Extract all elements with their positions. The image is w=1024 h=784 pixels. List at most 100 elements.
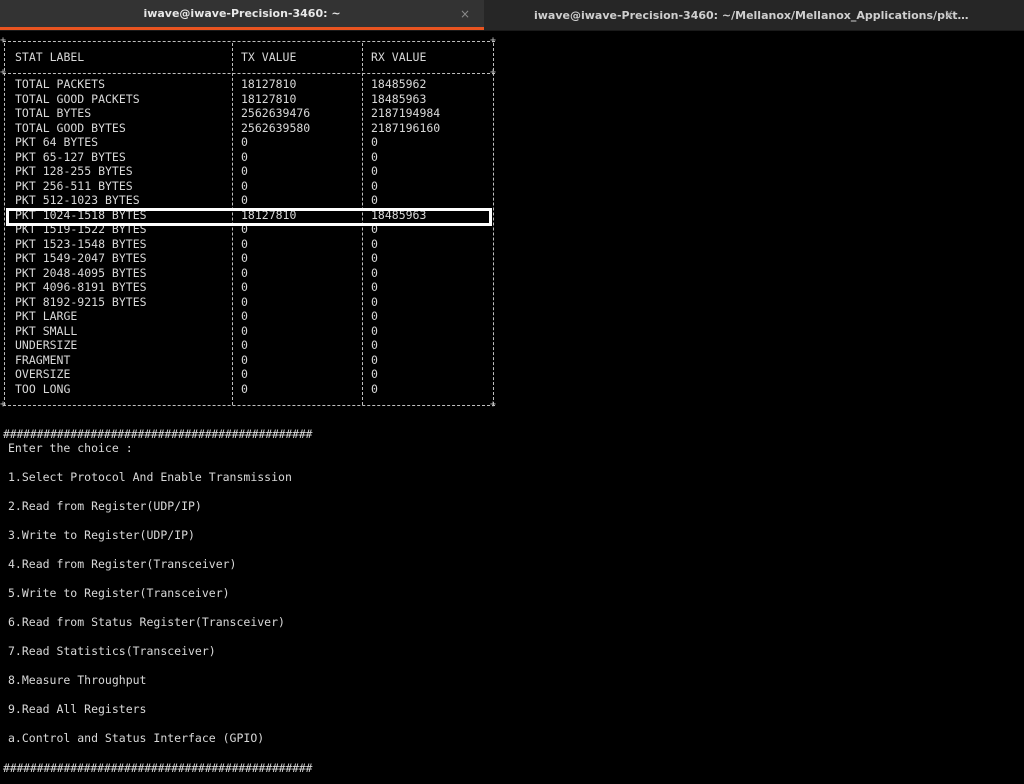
tx-value-cell: 0 xyxy=(241,251,248,265)
tx-value-cell: 0 xyxy=(241,309,248,323)
statistics-table: + + + + + + STAT LABEL TX VALUE RX VALUE… xyxy=(0,35,496,411)
tx-value-cell: 2562639476 xyxy=(241,106,311,120)
table-row: PKT 65-127 BYTES 0 0 xyxy=(3,150,495,165)
rx-value-cell: 0 xyxy=(371,265,378,280)
rx-value-cell: 18485962 xyxy=(371,77,427,91)
stat-label-cell: FRAGMENT xyxy=(15,352,71,367)
close-tab-icon[interactable]: × xyxy=(944,7,954,21)
rx-value-cell: 0 xyxy=(371,135,378,149)
close-tab-icon[interactable]: × xyxy=(460,7,470,21)
table-row: PKT 2048-4095 BYTES 0 0 xyxy=(3,266,495,281)
rx-value-cell: 0 xyxy=(371,178,378,193)
rx-value-cell: 0 xyxy=(371,367,378,381)
table-row: OVERSIZE 0 0 xyxy=(3,367,495,382)
tab-home-terminal[interactable]: iwave@iwave-Precision-3460: ~ × xyxy=(0,0,484,30)
table-row: PKT 1523-1548 BYTES 0 0 xyxy=(3,237,495,252)
menu-item: 3.Write to Register(UDP/IP) xyxy=(8,528,195,542)
rx-value-cell: 0 xyxy=(371,309,378,323)
tx-value-cell: 0 xyxy=(241,135,248,149)
table-row: PKT 4096-8191 BYTES 0 0 xyxy=(3,280,495,295)
tx-value-cell: 18127810 xyxy=(241,77,297,91)
tx-value-cell: 0 xyxy=(241,164,248,178)
separator-line: ########################################… xyxy=(3,761,313,775)
stat-label-cell: PKT 512-1023 BYTES xyxy=(15,193,140,207)
stat-label-cell: TOTAL PACKETS xyxy=(15,77,106,91)
table-row: PKT 512-1023 BYTES 0 0 xyxy=(3,193,495,208)
stat-label-cell: TOTAL GOOD PACKETS xyxy=(15,91,140,106)
table-header-border xyxy=(3,73,495,74)
stat-label-cell: PKT 1523-1548 BYTES xyxy=(15,236,147,251)
tx-value-cell: 0 xyxy=(241,265,248,280)
rx-value-cell: 0 xyxy=(371,193,378,207)
tx-value-cell: 0 xyxy=(241,381,248,396)
tx-value-cell: 0 xyxy=(241,367,248,381)
tx-value-cell: 0 xyxy=(241,338,248,352)
table-bottom-border xyxy=(3,405,495,406)
stat-label-cell: TOTAL GOOD BYTES xyxy=(15,120,126,135)
stat-label-cell: PKT LARGE xyxy=(15,309,78,323)
table-row: TOO LONG 0 0 xyxy=(3,382,495,397)
stat-label-cell: PKT 2048-4095 BYTES xyxy=(15,265,147,280)
menu-item: 2.Read from Register(UDP/IP) xyxy=(8,499,202,513)
table-row: PKT 8192-9215 BYTES 0 0 xyxy=(3,295,495,310)
table-row: TOTAL GOOD PACKETS 18127810 18485963 xyxy=(3,92,495,107)
table-row: PKT 256-511 BYTES 0 0 xyxy=(3,179,495,194)
tab-pktgen-terminal[interactable]: iwave@iwave-Precision-3460: ~/Mellanox/M… xyxy=(484,0,1024,30)
tx-value-cell: 0 xyxy=(241,236,248,251)
table-row: PKT LARGE 0 0 xyxy=(3,309,495,324)
stat-label-cell: PKT 64 BYTES xyxy=(15,135,99,149)
menu-item: 7.Read Statistics(Transceiver) xyxy=(8,644,216,658)
tx-value-cell: 0 xyxy=(241,280,248,294)
stat-label-cell: TOO LONG xyxy=(15,381,71,396)
table-top-border xyxy=(3,41,495,42)
table-row: PKT 64 BYTES 0 0 xyxy=(3,135,495,150)
tx-value-cell: 0 xyxy=(241,178,248,193)
menu-item: a.Control and Status Interface (GPIO) xyxy=(8,731,265,745)
stat-label-cell: TOTAL BYTES xyxy=(15,106,92,120)
menu-item: 6.Read from Status Register(Transceiver) xyxy=(8,615,285,629)
menu-item: 9.Read All Registers xyxy=(8,702,147,716)
tx-value-cell: 0 xyxy=(241,294,248,309)
rx-value-cell: 0 xyxy=(371,236,378,251)
stat-label-cell: PKT SMALL xyxy=(15,323,78,338)
rx-value-cell: 0 xyxy=(371,294,378,309)
menu-item: 8.Measure Throughput xyxy=(8,673,147,687)
menu-item: 5.Write to Register(Transceiver) xyxy=(8,586,230,600)
stat-label-cell: PKT 65-127 BYTES xyxy=(15,149,126,164)
rx-value-cell: 0 xyxy=(371,251,378,265)
menu-item: 1.Select Protocol And Enable Transmissio… xyxy=(8,470,292,484)
tab-title: iwave@iwave-Precision-3460: ~ xyxy=(143,7,341,20)
header-stat-label: STAT LABEL xyxy=(15,50,85,64)
table-row: TOTAL GOOD BYTES 2562639580 2187196160 xyxy=(3,121,495,136)
tx-value-cell: 0 xyxy=(241,352,248,367)
stat-label-cell: OVERSIZE xyxy=(15,367,71,381)
rx-value-cell: 0 xyxy=(371,164,378,178)
tx-value-cell: 18127810 xyxy=(241,91,297,106)
table-row: UNDERSIZE 0 0 xyxy=(3,338,495,353)
stat-label-cell: PKT 256-511 BYTES xyxy=(15,178,133,193)
table-row: PKT 128-255 BYTES 0 0 xyxy=(3,164,495,179)
terminal-tab-bar: iwave@iwave-Precision-3460: ~ × iwave@iw… xyxy=(0,0,1024,31)
tx-value-cell: 2562639580 xyxy=(241,120,311,135)
rx-value-cell: 0 xyxy=(371,149,378,164)
terminal-output[interactable]: + + + + + + STAT LABEL TX VALUE RX VALUE… xyxy=(0,31,1024,784)
rx-value-cell: 0 xyxy=(371,381,378,396)
rx-value-cell: 0 xyxy=(371,352,378,367)
menu-item: 4.Read from Register(Transceiver) xyxy=(8,557,237,571)
rx-value-cell: 2187194984 xyxy=(371,106,441,120)
table-row: PKT SMALL 0 0 xyxy=(3,324,495,339)
highlight-box xyxy=(6,208,492,226)
table-row: PKT 1549-2047 BYTES 0 0 xyxy=(3,251,495,266)
rx-value-cell: 0 xyxy=(371,280,378,294)
tab-title: iwave@iwave-Precision-3460: ~/Mellanox/M… xyxy=(534,8,974,22)
header-rx-value: RX VALUE xyxy=(371,50,427,64)
rx-value-cell: 18485963 xyxy=(371,91,427,106)
table-row: TOTAL BYTES 2562639476 2187194984 xyxy=(3,106,495,121)
stat-label-cell: PKT 1549-2047 BYTES xyxy=(15,251,147,265)
tx-value-cell: 0 xyxy=(241,149,248,164)
table-row: TOTAL PACKETS 18127810 18485962 xyxy=(3,77,495,92)
stat-label-cell: UNDERSIZE xyxy=(15,338,78,352)
header-tx-value: TX VALUE xyxy=(241,50,297,64)
rx-value-cell: 0 xyxy=(371,323,378,338)
table-row: FRAGMENT 0 0 xyxy=(3,353,495,368)
